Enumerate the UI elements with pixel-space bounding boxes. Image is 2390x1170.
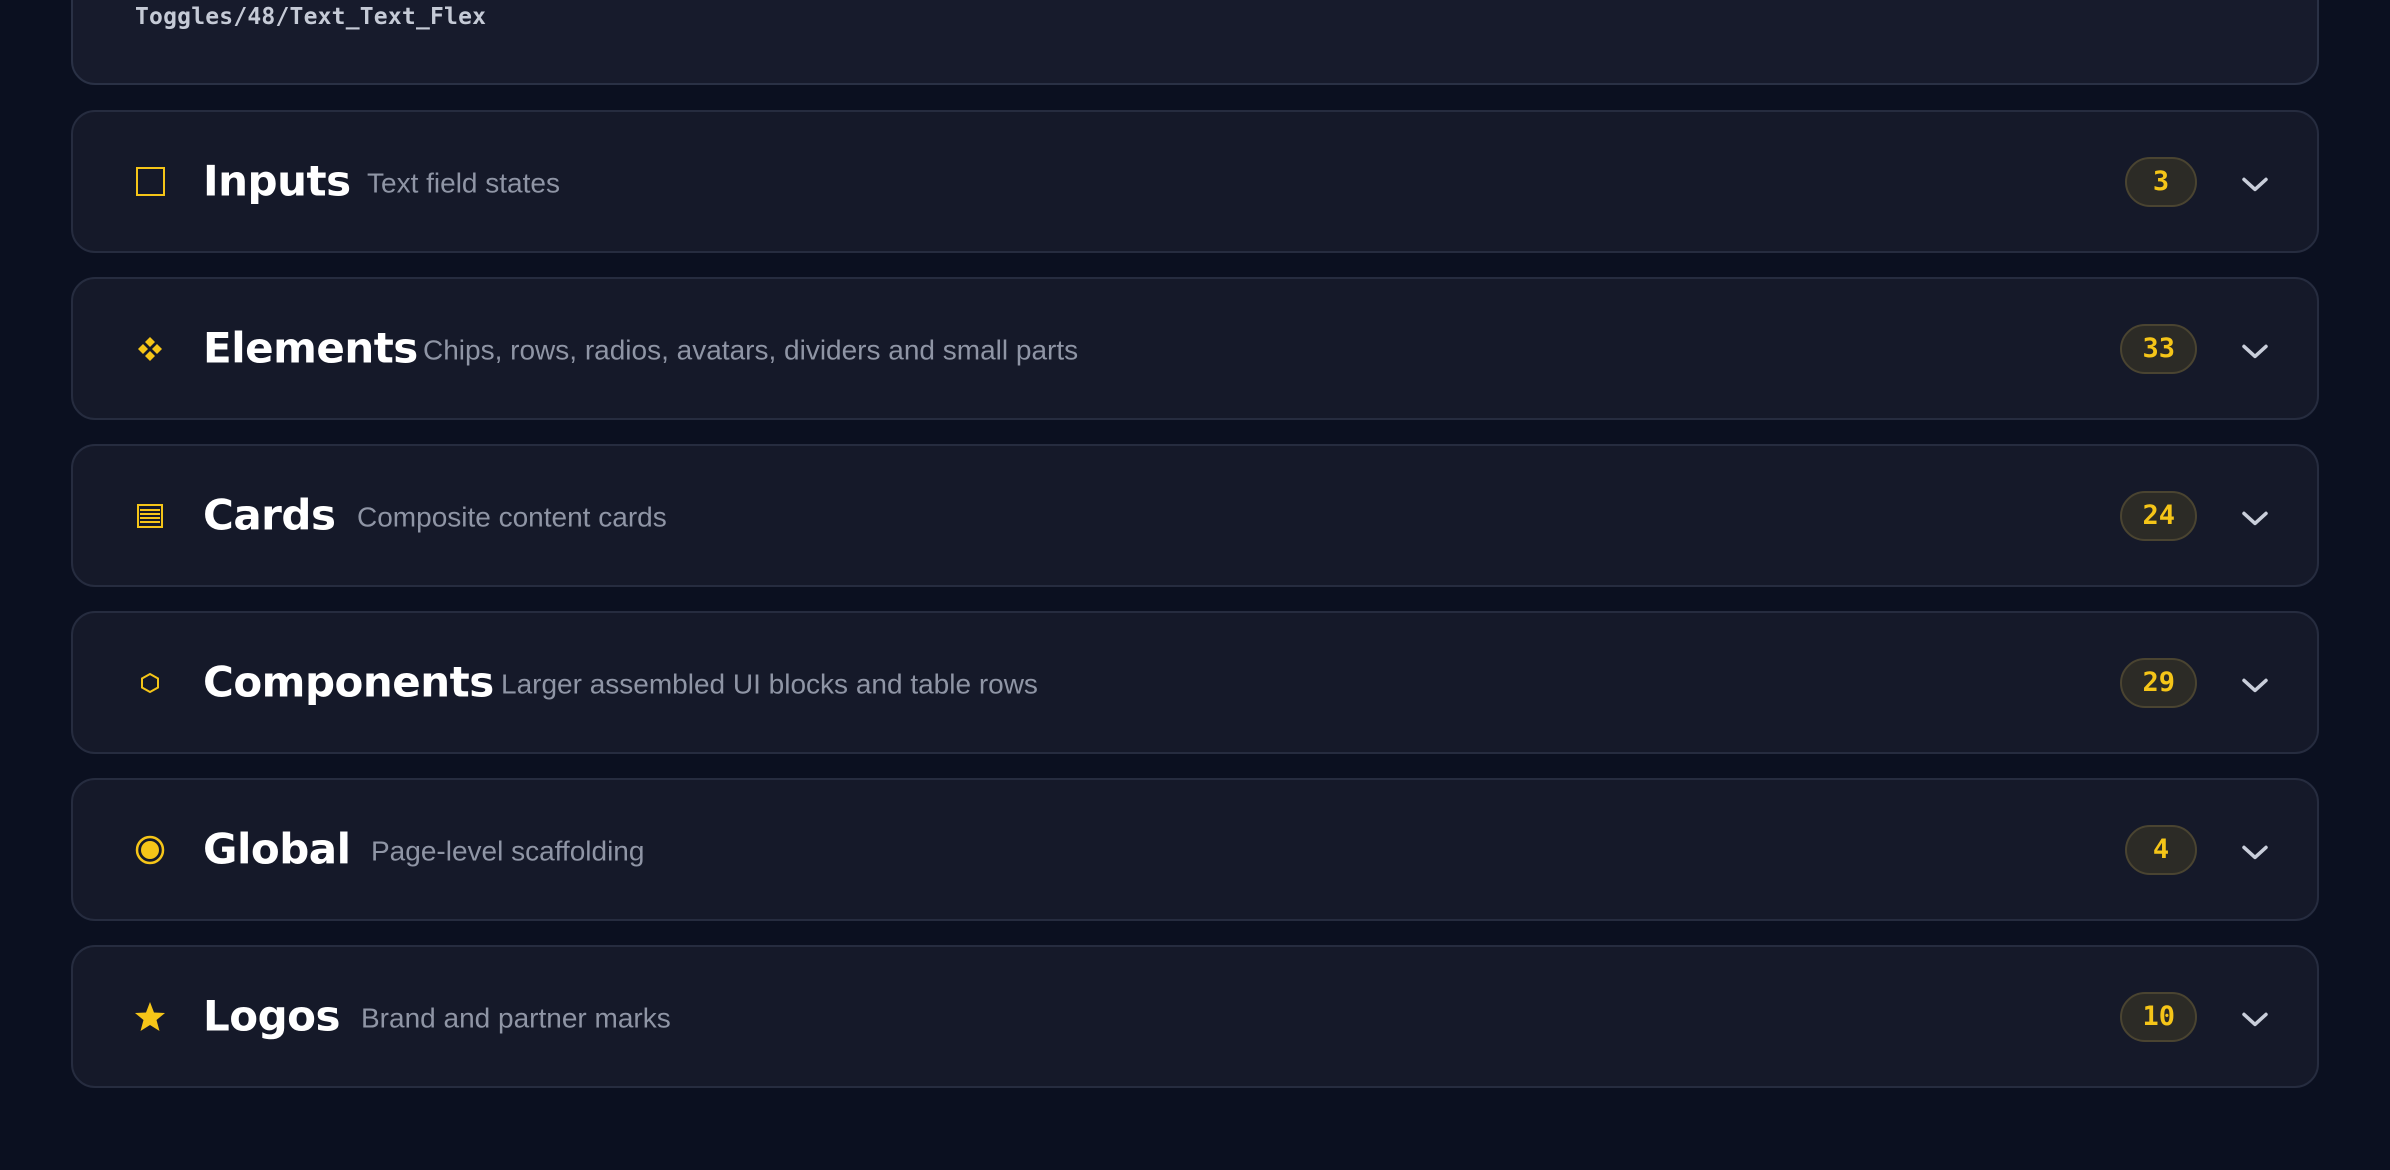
section-subtitle: Page-level scaffolding	[371, 834, 645, 866]
star-icon	[130, 997, 170, 1037]
section-cards[interactable]: Cards Composite content cards 24	[71, 444, 2319, 587]
section-title: Inputs	[203, 156, 351, 206]
four-diamonds-icon	[130, 329, 170, 369]
chevron-down-icon[interactable]	[2235, 832, 2275, 872]
section-subtitle: Brand and partner marks	[361, 1001, 671, 1033]
radio-circle-icon	[130, 830, 170, 870]
section-elements[interactable]: Elements Chips, rows, radios, avatars, d…	[71, 277, 2319, 420]
square-outline-icon	[130, 162, 170, 202]
section-subtitle: Text field states	[367, 166, 560, 198]
section-title: Components	[203, 657, 494, 707]
hexagon-icon	[130, 663, 170, 703]
section-subtitle: Chips, rows, radios, avatars, dividers a…	[423, 333, 1079, 365]
count-badge: 33	[2120, 323, 2197, 374]
section-global[interactable]: Global Page-level scaffolding 4	[71, 778, 2319, 921]
component-preview-card: Toggles/48/Text_Text_Flex	[71, 0, 2319, 85]
chevron-down-icon[interactable]	[2235, 498, 2275, 538]
chevron-down-icon[interactable]	[2235, 164, 2275, 204]
section-logos[interactable]: Logos Brand and partner marks 10	[71, 945, 2319, 1088]
card-stack-icon	[130, 496, 170, 536]
section-title: Logos	[203, 991, 341, 1041]
count-badge: 4	[2125, 824, 2197, 875]
section-title: Cards	[203, 490, 336, 540]
section-components[interactable]: Components Larger assembled UI blocks an…	[71, 611, 2319, 754]
chevron-down-icon[interactable]	[2235, 999, 2275, 1039]
component-path: Toggles/48/Text_Text_Flex	[135, 4, 487, 30]
section-title: Global	[203, 824, 351, 874]
page: Toggles/48/Text_Text_Flex Inputs Text fi…	[0, 0, 2390, 1170]
section-subtitle: Composite content cards	[357, 500, 667, 532]
section-title: Elements	[203, 323, 418, 373]
count-badge: 29	[2120, 657, 2197, 708]
chevron-down-icon[interactable]	[2235, 665, 2275, 705]
count-badge: 10	[2120, 991, 2197, 1042]
count-badge: 24	[2120, 490, 2197, 541]
count-badge: 3	[2125, 156, 2197, 207]
section-subtitle: Larger assembled UI blocks and table row…	[501, 667, 1038, 699]
section-inputs[interactable]: Inputs Text field states 3	[71, 110, 2319, 253]
chevron-down-icon[interactable]	[2235, 331, 2275, 371]
